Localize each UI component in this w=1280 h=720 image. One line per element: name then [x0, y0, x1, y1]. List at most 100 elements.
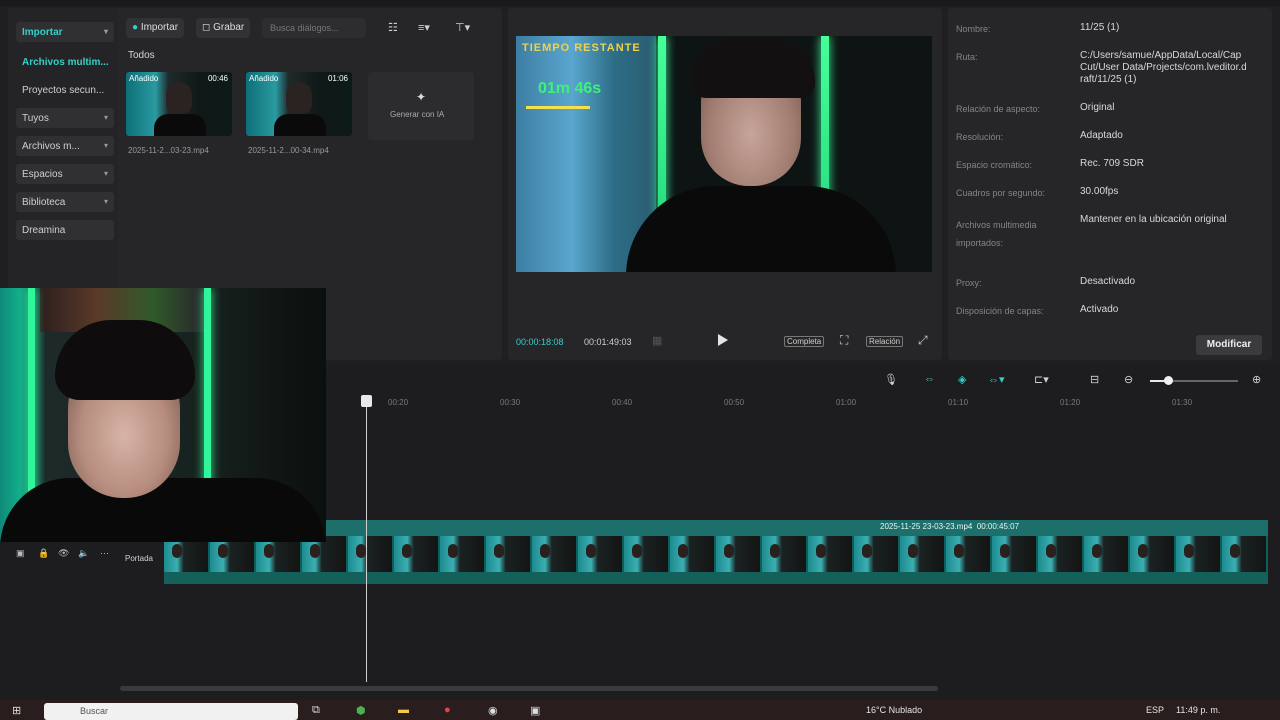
detail-value: Activado [1080, 304, 1119, 315]
playhead-handle[interactable] [361, 395, 372, 407]
zoom-out-icon[interactable]: ⊖ [1124, 373, 1133, 386]
sort-icon[interactable]: ≡▾ [418, 21, 430, 34]
detail-value: 30.00fps [1080, 186, 1119, 197]
app-icon[interactable]: ⬢ [356, 704, 366, 717]
clip-frame [1084, 536, 1128, 572]
video-clip[interactable] [164, 520, 1268, 536]
taskbar-search-placeholder: Buscar [80, 706, 109, 716]
chevron-down-icon: ▾ [103, 27, 108, 36]
detail-value: Rec. 709 SDR [1080, 158, 1144, 169]
person-hair [691, 38, 815, 98]
eye-icon[interactable]: 👁 [58, 548, 69, 559]
sidebar-item-label: Biblioteca [22, 197, 66, 208]
browser-icon[interactable]: ● [444, 704, 451, 716]
audio-waveform [164, 572, 1268, 584]
detail-label: Archivos multimedia importados: [956, 220, 1037, 248]
chevron-down-icon: ▾ [103, 141, 108, 150]
snap-icon[interactable]: ⇔▾ [988, 373, 1005, 386]
ruler-tick: 00:40 [612, 398, 633, 407]
lock-icon[interactable]: 🔒 [38, 548, 49, 559]
windows-start-icon[interactable]: ⊞ [12, 704, 21, 717]
zoom-in-icon[interactable]: ⊕ [1252, 373, 1261, 386]
view-icon[interactable]: ⊤▾ [455, 21, 470, 34]
caption-icon[interactable]: ⊟ [1090, 373, 1099, 386]
overlay-title: TIEMPO RESTANTE [522, 42, 641, 54]
preview-axis-icon[interactable]: ⊏▾ [1034, 373, 1049, 386]
chevron-down-icon: ▾ [103, 113, 108, 122]
detail-value: Mantener en la ubicación original [1080, 214, 1227, 225]
sidebar-item-projects[interactable]: Proyectos secun... [16, 80, 114, 100]
fullscreen-icon[interactable]: ⤢ [918, 333, 928, 348]
track-thumbnail-icon[interactable]: ▣ [16, 548, 25, 559]
detail-label: Proxy: [956, 278, 982, 288]
play-icon[interactable] [718, 334, 728, 346]
clip-name: 2025-11-25 23-03-23.mp4 [880, 522, 973, 531]
search-placeholder: Busca diálogos... [270, 23, 339, 33]
modify-button[interactable]: Modificar [1196, 335, 1262, 355]
clip-frame [394, 536, 438, 572]
generate-ai-label: Generar con IA [390, 110, 445, 119]
clip-filename: 2025-11-2...00-34.mp4 [248, 146, 329, 155]
ruler-tick: 00:30 [500, 398, 521, 407]
cover-label: Portada [124, 554, 154, 563]
clip-filename: 2025-11-2...03-23.mp4 [128, 146, 209, 155]
complete-button[interactable]: Completa [784, 336, 825, 347]
sidebar-item-media[interactable]: Archivos multim... [16, 52, 114, 72]
playhead[interactable] [366, 398, 367, 682]
record-button-label: Grabar [213, 22, 245, 33]
media-search-input[interactable]: Busca diálogos... [262, 18, 366, 38]
timeline-scrollbar[interactable] [120, 686, 938, 691]
magnet-icon[interactable]: ◈ [958, 373, 966, 386]
clip-frame [1038, 536, 1082, 572]
detail-label: Espacio cromático: [956, 160, 1033, 170]
sidebar-item-files[interactable]: Archivos m... ▾ [16, 136, 114, 156]
ruler-tick: 01:30 [1172, 398, 1193, 407]
clip-label: 2025-11-25 23-03-23.mp4 00:00:45:07 [880, 522, 1019, 531]
obs-icon[interactable]: ◉ [488, 704, 498, 717]
detail-value: Original [1080, 102, 1115, 113]
capcut-icon[interactable]: ▣ [530, 704, 540, 717]
record-button[interactable]: ◻ Grabar [196, 18, 251, 38]
import-button[interactable]: ● Importar [126, 18, 185, 38]
clip-frame [808, 536, 852, 572]
taskbar-search[interactable]: Buscar [44, 703, 298, 720]
more-icon[interactable]: ⋯ [100, 548, 109, 559]
sidebar-item-label: Archivos multim... [22, 57, 109, 68]
language-indicator[interactable]: ESP [1146, 705, 1164, 715]
cover-button[interactable]: Portada [120, 542, 158, 572]
import-button-label: Importar [140, 22, 179, 33]
video-preview[interactable]: TIEMPO RESTANTE 01m 46s [516, 36, 932, 272]
plus-circle-icon: ● [132, 22, 139, 33]
clip-filmstrip[interactable] [164, 536, 1268, 572]
zoom-slider-knob[interactable] [1164, 376, 1173, 385]
sidebar-item-library[interactable]: Biblioteca ▾ [16, 192, 114, 212]
filter-icon[interactable]: ☷ [388, 21, 398, 34]
ruler-tick: 01:20 [1060, 398, 1081, 407]
detail-value: C:/Users/samue/AppData/Local/CapCut/User… [1080, 50, 1247, 85]
media-clip-2[interactable]: Añadido 01:06 [246, 72, 352, 136]
clock[interactable]: 11:49 p. m. [1176, 705, 1220, 715]
clip-duration: 00:46 [207, 74, 228, 83]
sidebar-item-import[interactable]: Importar ▾ [16, 22, 114, 42]
ratio-button[interactable]: Relación [866, 336, 904, 347]
speaker-icon[interactable]: 🔈 [78, 548, 89, 559]
person-body [274, 114, 326, 136]
sidebar-item-yours[interactable]: Tuyos ▾ [16, 108, 114, 128]
clip-tag: Añadido [129, 74, 159, 83]
media-clip-1[interactable]: Añadido 00:46 [126, 72, 232, 136]
folder-icon[interactable]: ▬ [398, 704, 409, 716]
focus-icon[interactable]: ⛶ [840, 333, 848, 348]
person-head [166, 82, 192, 114]
clip-frame [1222, 536, 1266, 572]
sidebar-item-dreamina[interactable]: Dreamina [16, 220, 114, 240]
ruler-tick: 00:20 [388, 398, 409, 407]
timer-progress-bar [526, 106, 590, 109]
grid-icon[interactable]: ▦ [652, 334, 662, 347]
task-view-icon[interactable]: ⧉ [312, 704, 320, 717]
microphone-icon[interactable]: 🎙 [884, 373, 898, 386]
sidebar-item-label: Espacios [22, 169, 63, 180]
sidebar-item-spaces[interactable]: Espacios ▾ [16, 164, 114, 184]
clip-tag: Añadido [249, 74, 279, 83]
link-icon[interactable]: ⇔ [924, 373, 935, 385]
generate-ai-button[interactable]: ✦ Generar con IA [368, 72, 474, 140]
